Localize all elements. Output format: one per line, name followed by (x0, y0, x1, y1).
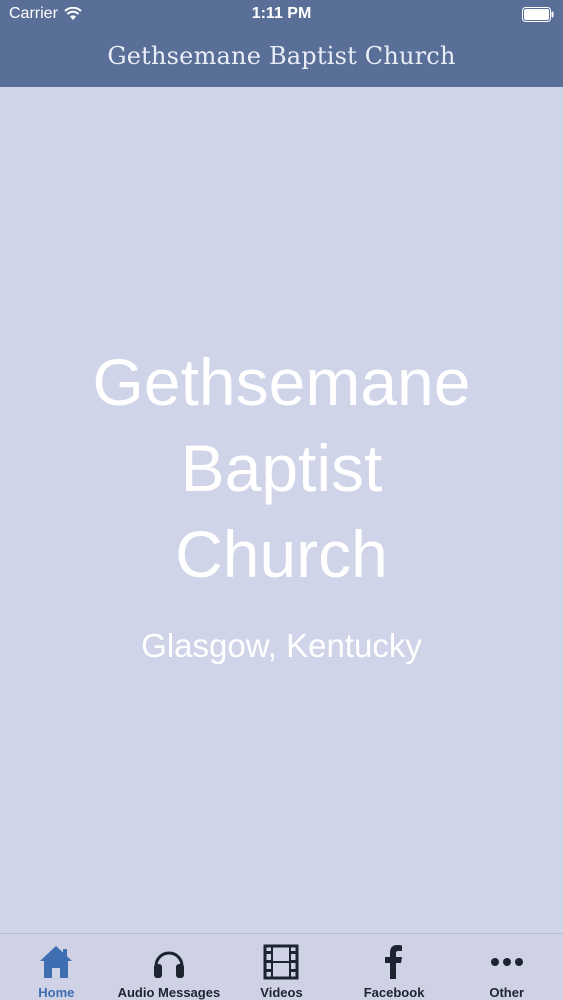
tab-facebook[interactable]: Facebook (338, 934, 451, 1000)
home-icon (40, 946, 73, 978)
tab-bar: Home Audio Messages Videos Facebook Othe… (0, 933, 563, 1000)
home-content: Gethsemane Baptist Church Glasgow, Kentu… (0, 87, 563, 933)
church-name-line: Church (175, 517, 388, 591)
tab-label: Other (489, 985, 524, 1000)
header: Carrier 1:11 PM Gethsemane Baptist Churc… (0, 0, 563, 87)
film-icon (263, 944, 299, 980)
headphones-icon (153, 951, 184, 978)
church-location: Glasgow, Kentucky (141, 627, 422, 664)
church-name-line: Gethsemane (92, 345, 471, 419)
nav-title: Gethsemane Baptist Church (107, 42, 456, 70)
more-icon (490, 958, 523, 966)
tab-label: Audio Messages (117, 985, 221, 1000)
tab-label: Home (38, 985, 75, 1000)
battery-icon (522, 7, 554, 22)
tab-home[interactable]: Home (0, 934, 113, 1000)
tab-label: Facebook (363, 985, 425, 1000)
church-name: Gethsemane Baptist Church (0, 339, 563, 597)
status-bar: Carrier 1:11 PM (0, 0, 563, 30)
tab-other[interactable]: Other (450, 934, 563, 1000)
facebook-icon (385, 945, 403, 979)
tab-label: Videos (260, 985, 303, 1000)
status-time: 1:11 PM (251, 5, 312, 22)
tab-audio-messages[interactable]: Audio Messages (113, 934, 226, 1000)
tab-videos[interactable]: Videos (225, 934, 338, 1000)
church-name-line: Baptist (180, 431, 383, 505)
